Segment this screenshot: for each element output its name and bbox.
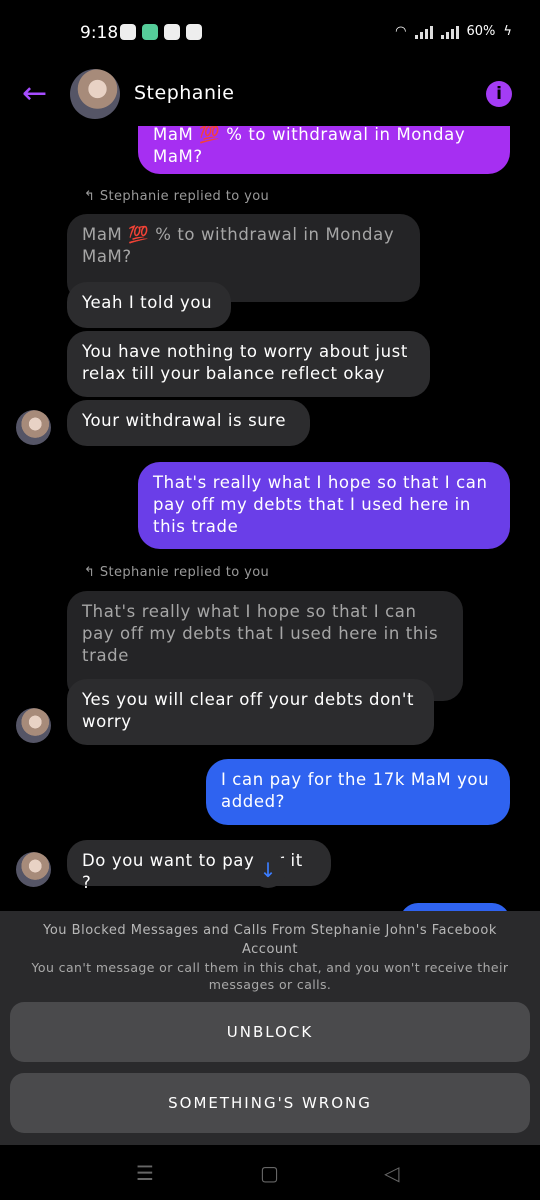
blocked-title: You Blocked Messages and Calls From Step…	[43, 923, 497, 957]
calendar-icon	[186, 24, 202, 40]
back-arrow-icon[interactable]: ←	[22, 79, 47, 109]
reply-label-text: Stephanie replied to you	[99, 189, 270, 204]
message-bubble-received[interactable]: You have nothing to worry about just rel…	[67, 331, 430, 397]
info-icon[interactable]: i	[486, 81, 512, 107]
chat-header: ← Stephanie i	[0, 62, 540, 126]
status-bar: 9:18 ◠ 60% ϟ	[0, 0, 540, 62]
reply-label-text: Stephanie replied to you	[99, 565, 270, 580]
message-bubble-sent[interactable]: I can pay for the 17k MaM you added?	[206, 759, 510, 825]
contact-avatar-small[interactable]	[16, 708, 51, 743]
contact-avatar[interactable]	[70, 69, 120, 119]
back-icon[interactable]: ◁	[384, 1161, 399, 1185]
message-bubble-partial[interactable]	[400, 903, 510, 911]
blocked-subtitle: You can't message or call them in this c…	[31, 960, 509, 992]
message-bubble-received[interactable]: Yeah I told you	[67, 282, 231, 328]
video-icon	[164, 24, 180, 40]
signal-icon	[414, 25, 433, 39]
reply-label: ↰ Stephanie replied to you	[84, 565, 270, 580]
system-nav-bar: ☰ ▢ ◁	[0, 1145, 540, 1200]
message-bubble-sent[interactable]: MaM 💯 % to withdrawal in Monday MaM?	[138, 126, 510, 174]
message-bubble-sent[interactable]: That's really what I hope so that I can …	[138, 462, 510, 549]
reply-label: ↰ Stephanie replied to you	[84, 189, 270, 204]
app-icon	[142, 24, 158, 40]
status-time: 9:18	[80, 23, 119, 43]
scroll-down-icon[interactable]: ↓	[250, 852, 286, 888]
contact-name[interactable]: Stephanie	[134, 82, 234, 104]
message-bubble-received[interactable]: Yes you will clear off your debts don't …	[67, 679, 434, 745]
status-right: ◠ 60% ϟ	[395, 24, 512, 39]
wifi-icon: ◠	[395, 24, 407, 39]
home-icon[interactable]: ▢	[260, 1161, 279, 1185]
notification-icons	[120, 24, 202, 40]
message-list[interactable]: MaM 💯 % to withdrawal in Monday MaM? ↰ S…	[0, 126, 540, 911]
contact-avatar-small[interactable]	[16, 852, 51, 887]
recents-icon[interactable]: ☰	[136, 1161, 154, 1185]
signal-icon-2	[440, 25, 459, 39]
somethings-wrong-button[interactable]: SOMETHING'S WRONG	[10, 1073, 530, 1133]
message-bubble-received[interactable]: Your withdrawal is sure	[67, 400, 310, 446]
battery-charging-icon: ϟ	[503, 24, 512, 39]
battery-level: 60%	[466, 24, 496, 39]
messenger-icon	[120, 24, 136, 40]
blocked-notice: You Blocked Messages and Calls From Step…	[0, 911, 540, 1145]
contact-avatar-small[interactable]	[16, 410, 51, 445]
unblock-button[interactable]: UNBLOCK	[10, 1002, 530, 1062]
message-bubble-received[interactable]: Do you want to pay for it ?	[67, 840, 331, 892]
